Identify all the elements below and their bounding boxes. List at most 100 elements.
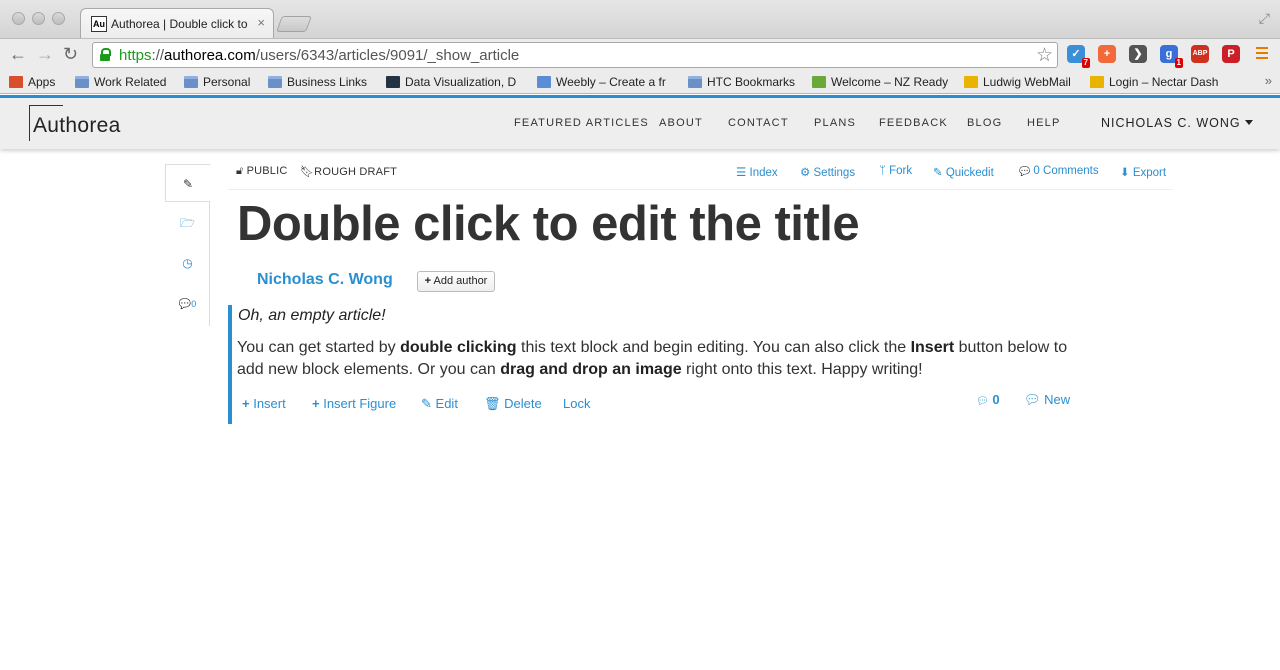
extension-badge: 7 xyxy=(1081,58,1090,68)
text-block[interactable]: Oh, an empty article! You can get starte… xyxy=(228,305,1088,424)
bookmark-label: Work Related xyxy=(94,75,167,89)
bookmark-item[interactable]: Weebly – Create a fr xyxy=(537,74,677,90)
author-link[interactable]: Nicholas C. Wong xyxy=(257,271,393,289)
export-button[interactable]: ⬇ Export xyxy=(1120,165,1166,179)
todo-check-icon[interactable]: ✓ 7 xyxy=(1067,45,1090,68)
webmail-icon xyxy=(964,76,978,88)
url-text: https://authorea.com/users/6343/articles… xyxy=(119,47,520,64)
browser-menu-icon[interactable] xyxy=(1256,47,1268,62)
bookmark-item[interactable]: Personal xyxy=(184,74,262,90)
edit-square-icon: ✎ xyxy=(421,396,432,411)
edit-pencil-icon: ✎ xyxy=(182,177,194,191)
bookmark-label: HTC Bookmarks xyxy=(707,75,796,89)
window-close-button[interactable] xyxy=(12,12,25,25)
plus-icon: + xyxy=(424,275,432,287)
google-plus-icon[interactable]: g1 xyxy=(1160,45,1183,68)
status-tag[interactable]: 🔖︎ROUGH DRAFT xyxy=(300,165,397,178)
article-side-tools: ✎ 🗁 ◷ 💬0 xyxy=(165,164,211,326)
reload-icon[interactable]: ↻ xyxy=(63,44,78,64)
bookmark-item[interactable]: Login – Nectar Dash xyxy=(1090,74,1250,90)
bookmark-item[interactable]: Data Visualization, D xyxy=(386,74,526,90)
bookmarks-bar: Apps Work Related Personal Business Links Da… xyxy=(0,70,1280,94)
fork-button[interactable]: ᛘ Fork xyxy=(879,165,912,177)
new-tab-button[interactable] xyxy=(276,16,312,32)
bookmark-item[interactable]: Work Related xyxy=(75,74,175,90)
tab-title: Authorea | Double click to edit the titl… xyxy=(111,17,251,31)
bookmark-label: Business Links xyxy=(287,75,368,89)
nav-plans[interactable]: PLANS xyxy=(814,117,856,129)
nav-blog[interactable]: BLOG xyxy=(967,117,1002,129)
bookmark-item[interactable]: Business Links xyxy=(268,74,378,90)
plus-icon: + xyxy=(312,396,320,411)
index-button[interactable]: ☰ Index xyxy=(736,165,778,179)
comment-bubble-icon: 💬︎ xyxy=(1024,392,1041,407)
side-tab-comments[interactable]: 💬0 xyxy=(165,284,210,322)
insert-figure-button[interactable]: + Insert Figure xyxy=(312,396,396,411)
side-tab-history[interactable]: ◷ xyxy=(165,244,210,282)
visibility-tag[interactable]: 🔓︎ PUBLIC xyxy=(236,165,288,178)
lock-block-button[interactable]: Lock xyxy=(563,396,590,411)
adblock-plus-icon[interactable]: ABP xyxy=(1191,45,1209,63)
pocket-icon[interactable]: ❯ xyxy=(1129,45,1147,63)
apps-grid-icon xyxy=(9,76,23,88)
bookmark-label: Personal xyxy=(203,75,251,89)
add-author-button[interactable]: + Add author xyxy=(417,271,495,292)
new-comment-button[interactable]: 💬︎ New xyxy=(1024,392,1070,408)
delete-block-button[interactable]: 🗑︎ Delete xyxy=(484,396,542,412)
weebly-icon xyxy=(537,76,551,88)
side-tab-edit[interactable]: ✎ xyxy=(165,164,211,202)
comments-icon: 💬︎ xyxy=(976,396,989,407)
forward-arrow-icon[interactable]: → xyxy=(36,44,54,64)
user-menu-dropdown[interactable]: NICHOLAS C. WONG xyxy=(1101,116,1253,130)
back-arrow-icon[interactable]: ← xyxy=(9,44,27,64)
folder-open-icon: 🗁 xyxy=(180,216,195,230)
tab-close-icon[interactable]: × xyxy=(257,15,265,30)
insert-button[interactable]: + Insert xyxy=(242,396,286,411)
comments-icon: 💬 xyxy=(178,299,192,310)
authorea-favicon-icon: Au xyxy=(91,16,107,32)
comments-count: 0 xyxy=(191,299,197,309)
nectar-icon xyxy=(1090,76,1104,88)
comments-button[interactable]: 💬 0 Comments xyxy=(1019,165,1099,177)
bookmark-star-icon[interactable]: ☆ xyxy=(1036,44,1053,67)
block-lead-text: Oh, an empty article! xyxy=(238,307,386,324)
plus-extension-icon[interactable]: + xyxy=(1098,45,1116,63)
window-minimize-button[interactable] xyxy=(32,12,45,25)
nav-featured-articles[interactable]: FEATURED ARTICLES xyxy=(514,117,649,129)
bookmark-icon: 🔖︎ xyxy=(300,166,315,178)
bookmarks-overflow-icon[interactable]: » xyxy=(1265,73,1272,88)
fullscreen-icon[interactable]: ⤢ xyxy=(1259,10,1270,27)
pinterest-icon[interactable]: P xyxy=(1222,45,1240,63)
bookmark-item[interactable]: Apps xyxy=(9,74,69,90)
quickedit-button[interactable]: ✎ Quickedit xyxy=(933,165,994,179)
edit-block-button[interactable]: ✎ Edit xyxy=(421,396,458,412)
settings-button[interactable]: ⚙ Settings xyxy=(800,165,855,179)
authorea-logo[interactable]: Authorea xyxy=(29,105,129,141)
bookmark-item[interactable]: Welcome – NZ Ready xyxy=(812,74,954,90)
browser-tab-active[interactable]: Au Authorea | Double click to edit the t… xyxy=(80,8,274,38)
extension-badge: 1 xyxy=(1174,58,1183,68)
edit-square-icon: ✎ xyxy=(933,167,943,179)
bookmark-item[interactable]: HTC Bookmarks xyxy=(688,74,800,90)
site-header: Authorea FEATURED ARTICLES ABOUT CONTACT… xyxy=(0,98,1280,149)
side-tab-files[interactable]: 🗁 xyxy=(165,204,210,242)
nav-contact[interactable]: CONTACT xyxy=(728,117,789,129)
plus-icon: + xyxy=(242,396,250,411)
nav-about[interactable]: ABOUT xyxy=(659,117,703,129)
window-zoom-button[interactable] xyxy=(52,12,65,25)
data-viz-icon xyxy=(386,76,400,88)
bookmark-item[interactable]: Ludwig WebMail xyxy=(964,74,1082,90)
download-icon: ⬇ xyxy=(1120,167,1130,179)
article-title[interactable]: Double click to edit the title xyxy=(237,196,860,252)
folder-icon xyxy=(268,76,282,88)
block-comments-button[interactable]: 💬︎ 0 xyxy=(976,392,1000,407)
user-name: NICHOLAS C. WONG xyxy=(1101,116,1241,130)
bookmark-label: Login – Nectar Dash xyxy=(1109,75,1219,89)
address-bar[interactable]: https://authorea.com/users/6343/articles… xyxy=(92,42,1058,68)
nav-feedback[interactable]: FEEDBACK xyxy=(879,117,948,129)
folder-icon xyxy=(688,76,702,88)
nav-help[interactable]: HELP xyxy=(1027,117,1061,129)
bookmark-label: Weebly – Create a fr xyxy=(556,75,666,89)
list-icon: ☰ xyxy=(736,167,747,179)
comments-icon: 💬 xyxy=(1019,166,1031,176)
